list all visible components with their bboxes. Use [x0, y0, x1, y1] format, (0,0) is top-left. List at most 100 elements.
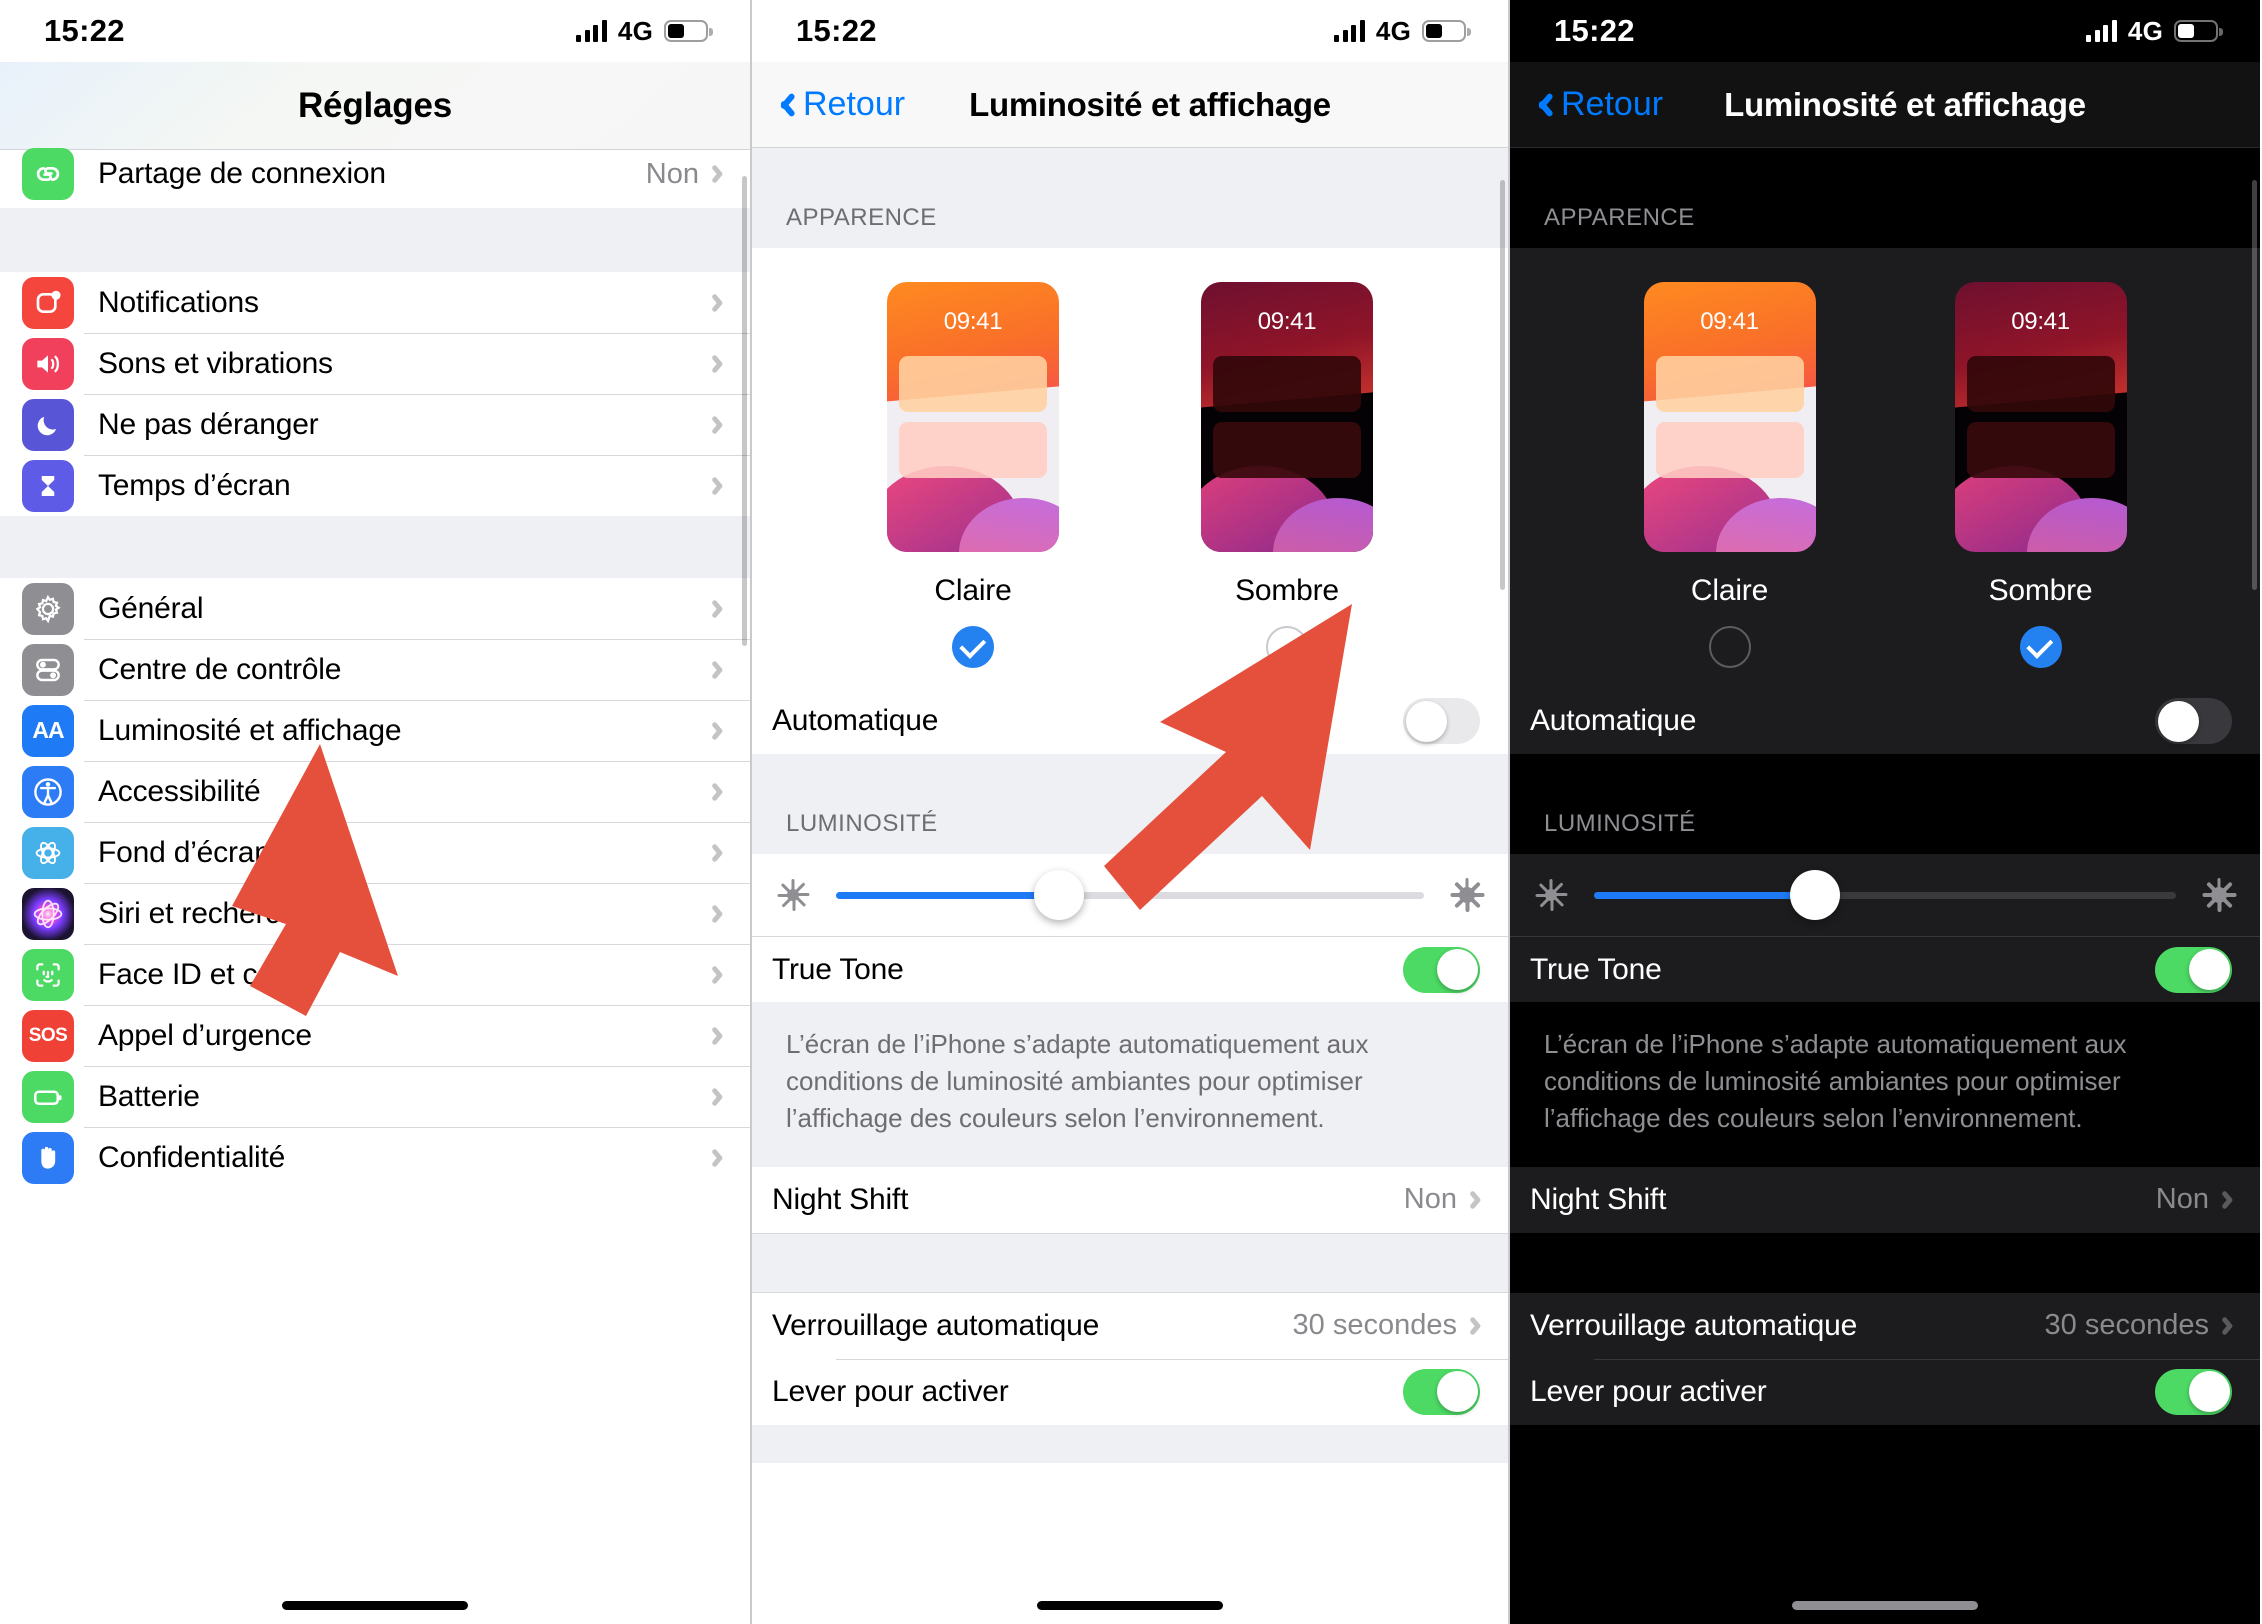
group-separator [0, 208, 750, 272]
brightness-knob[interactable] [1790, 870, 1841, 920]
list-item-accessibility[interactable]: Accessibilité [0, 761, 750, 822]
brightness-aa-icon: AA [22, 704, 74, 757]
list-item-do-not-disturb[interactable]: Ne pas déranger [0, 394, 750, 455]
preview-clock: 09:41 [943, 308, 1003, 335]
list-item-siri-search[interactable]: Siri et recherche [0, 883, 750, 944]
row-auto-lock[interactable]: Verrouillage automatique 30 secondes [752, 1292, 1508, 1359]
sos-icon: SOS [22, 1009, 74, 1062]
chevron-right-icon [713, 659, 726, 681]
row-auto-lock[interactable]: Verrouillage automatique 30 secondes [1510, 1292, 2260, 1359]
appearance-radio-dark[interactable] [1266, 626, 1308, 668]
group-separator [752, 1232, 1508, 1293]
true-tone-toggle[interactable] [1403, 946, 1480, 993]
chevron-right-icon [1471, 1315, 1484, 1337]
automatic-toggle[interactable] [2155, 698, 2232, 744]
status-time: 15:22 [1554, 13, 1635, 48]
scrollbar[interactable] [2252, 180, 2257, 590]
appearance-radio-light[interactable] [1708, 626, 1751, 668]
raise-to-wake-toggle[interactable] [1403, 1368, 1480, 1415]
list-item-battery[interactable]: Batterie [0, 1066, 750, 1127]
list-item-control-center[interactable]: Centre de contrôle [0, 639, 750, 700]
accessibility-icon [22, 765, 74, 818]
home-indicator [282, 1601, 468, 1610]
row-night-shift[interactable]: Night Shift Non [1510, 1166, 2260, 1233]
chevron-right-icon [713, 781, 726, 803]
network-type-label: 4G [1375, 15, 1411, 46]
list-item-privacy[interactable]: Confidentialité [0, 1127, 750, 1188]
scrollbar[interactable] [742, 176, 747, 646]
display-settings-light-screen: 15:22 4G Retour Luminosité et affichage … [752, 0, 1510, 1624]
appearance-option-light[interactable]: 09:41 Claire [887, 282, 1059, 668]
nav-bar: Retour Luminosité et affichage [1510, 62, 2260, 148]
list-item-face-id[interactable]: Face ID et code [0, 944, 750, 1005]
nav-bar: Retour Luminosité et affichage [752, 62, 1508, 148]
preview-card [1966, 356, 2115, 412]
display-settings-dark-screen: 15:22 4G Retour Luminosité et affichage … [1510, 0, 2260, 1624]
row-true-tone[interactable]: True Tone [1510, 936, 2260, 1002]
status-time: 15:22 [796, 13, 877, 48]
gear-icon [22, 582, 74, 635]
row-true-tone[interactable]: True Tone [752, 936, 1508, 1002]
wallpaper-preview-dark: 09:41 [1954, 282, 2127, 552]
list-item-tethering[interactable]: Partage de connexion Non [0, 148, 750, 208]
row-label: True Tone [772, 952, 904, 986]
status-indicators: 4G [576, 16, 713, 47]
signal-bars-icon [576, 20, 607, 42]
row-automatic[interactable]: Automatique [1510, 688, 2260, 754]
chevron-right-icon [713, 163, 726, 185]
hourglass-icon [22, 459, 74, 512]
back-button[interactable]: Retour [1534, 85, 1663, 124]
brightness-slider-row[interactable] [752, 854, 1508, 936]
row-automatic[interactable]: Automatique [752, 688, 1508, 754]
brightness-track[interactable] [1594, 870, 2176, 920]
three-screenshot-comparison: 15:22 4G Réglages Partage de connexion N… [0, 0, 2262, 1624]
battery-icon [2174, 20, 2223, 42]
list-item-label: Luminosité et affichage [98, 713, 402, 747]
brightness-low-icon [776, 878, 810, 912]
brightness-high-icon [2202, 878, 2236, 912]
appearance-option-light[interactable]: 09:41 Claire [1643, 282, 1816, 668]
appearance-radio-dark[interactable] [2019, 626, 2062, 668]
appearance-option-dark[interactable]: 09:41 Sombre [1954, 282, 2127, 668]
status-bar: 15:22 4G [0, 0, 750, 62]
control-center-icon [22, 643, 74, 696]
row-raise-to-wake[interactable]: Lever pour activer [1510, 1358, 2260, 1425]
list-item-label: Général [98, 591, 204, 625]
brightness-fill [1594, 891, 1816, 899]
signal-bars-icon [2086, 20, 2117, 42]
brightness-track[interactable] [836, 870, 1424, 920]
list-item-label: Fond d’écran [98, 835, 271, 869]
preview-clock: 09:41 [1700, 308, 1759, 335]
row-raise-to-wake[interactable]: Lever pour activer [752, 1358, 1508, 1425]
back-button[interactable]: Retour [776, 85, 905, 124]
list-item-label: Centre de contrôle [98, 652, 342, 686]
list-item-display-brightness[interactable]: AA Luminosité et affichage [0, 700, 750, 761]
chevron-right-icon [713, 720, 726, 742]
preview-clock: 09:41 [2011, 308, 2070, 335]
chevron-right-icon [713, 292, 726, 314]
appearance-option-dark[interactable]: 09:41 Sombre [1201, 282, 1373, 668]
list-item-label: Accessibilité [98, 774, 261, 808]
list-item-sounds[interactable]: Sons et vibrations [0, 333, 750, 394]
brightness-slider-row[interactable] [1510, 854, 2260, 936]
list-item-emergency-sos[interactable]: SOS Appel d’urgence [0, 1005, 750, 1066]
raise-to-wake-toggle[interactable] [2155, 1368, 2232, 1415]
list-item-general[interactable]: Général [0, 578, 750, 639]
appearance-radio-light[interactable] [952, 626, 994, 668]
automatic-toggle[interactable] [1403, 698, 1480, 744]
list-item-notifications[interactable]: Notifications [0, 272, 750, 333]
brightness-knob[interactable] [1034, 870, 1085, 920]
row-label: Lever pour activer [772, 1374, 1009, 1408]
scrollbar[interactable] [1500, 180, 1505, 590]
list-item-wallpaper[interactable]: Fond d’écran [0, 822, 750, 883]
list-item-screen-time[interactable]: Temps d’écran [0, 455, 750, 516]
true-tone-toggle[interactable] [2155, 946, 2232, 993]
row-night-shift[interactable]: Night Shift Non [752, 1166, 1508, 1233]
preview-card [1655, 422, 1804, 478]
home-area [1510, 1424, 2260, 1463]
row-label: Verrouillage automatique [772, 1308, 1100, 1342]
siri-icon [22, 887, 74, 940]
signal-bars-icon [1334, 20, 1365, 42]
chevron-right-icon [713, 1025, 726, 1047]
section-header-appearance: APPARENCE [752, 148, 1508, 248]
